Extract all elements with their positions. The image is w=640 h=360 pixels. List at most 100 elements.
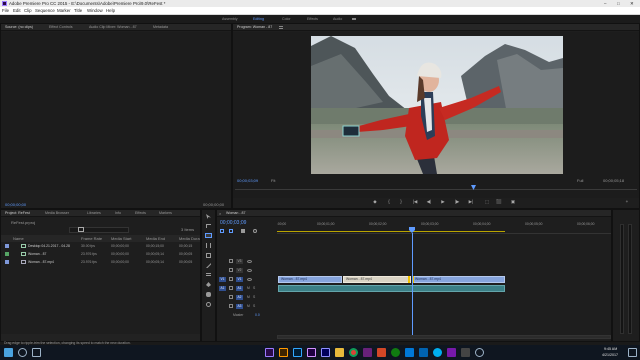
powerpoint-icon[interactable] bbox=[377, 348, 386, 357]
after-effects-icon[interactable] bbox=[307, 348, 316, 357]
tab-libraries[interactable]: Libraries bbox=[87, 210, 101, 217]
export-frame-icon[interactable]: ▣ bbox=[509, 199, 517, 204]
workspace-audio[interactable]: Audio bbox=[333, 15, 342, 23]
audio-clip[interactable] bbox=[278, 285, 505, 292]
menu-help[interactable]: Help bbox=[106, 7, 115, 15]
pen-tool-icon[interactable] bbox=[206, 282, 211, 287]
panel-menu-icon[interactable] bbox=[279, 26, 283, 29]
notification-icon[interactable] bbox=[628, 348, 637, 357]
source-patch-v1[interactable]: V1 bbox=[219, 277, 226, 282]
tab-project[interactable]: Project: ReFest bbox=[5, 210, 30, 217]
track-label[interactable]: V2 bbox=[236, 268, 243, 273]
chrome-icon[interactable] bbox=[349, 348, 358, 357]
video-clip[interactable]: Woman - 87.mp4 bbox=[278, 276, 342, 283]
col-frame-rate[interactable]: Frame Rate bbox=[81, 236, 102, 241]
extract-icon[interactable]: ⬛ bbox=[495, 199, 503, 204]
menu-title[interactable]: Title bbox=[74, 7, 82, 15]
source-patch-a1[interactable]: A1 bbox=[219, 286, 226, 291]
quality-dropdown[interactable]: Full bbox=[577, 178, 583, 183]
mark-out-icon[interactable]: } bbox=[397, 199, 405, 204]
col-media-end[interactable]: Media End bbox=[146, 236, 165, 241]
track-header-v3[interactable]: V3 bbox=[217, 258, 277, 265]
track-label[interactable]: V1 bbox=[236, 277, 243, 282]
mail-icon[interactable] bbox=[419, 348, 428, 357]
close-tab-icon[interactable]: × bbox=[219, 211, 221, 216]
track-label[interactable]: A1 bbox=[236, 286, 243, 291]
timeline-settings-icon[interactable] bbox=[253, 229, 257, 233]
program-scrub-bar[interactable] bbox=[235, 186, 637, 190]
minimize-button[interactable]: – bbox=[604, 0, 606, 7]
go-to-in-icon[interactable]: |◀ bbox=[411, 199, 419, 204]
xbox-icon[interactable] bbox=[391, 348, 400, 357]
col-media-start[interactable]: Media Start bbox=[111, 236, 131, 241]
calculator-icon[interactable] bbox=[461, 348, 470, 357]
ripple-edit-tool-icon[interactable] bbox=[205, 233, 212, 238]
track-label[interactable]: V3 bbox=[236, 259, 243, 264]
task-view-icon[interactable] bbox=[32, 348, 41, 357]
sync-lock-icon[interactable] bbox=[229, 304, 233, 308]
photoshop-icon[interactable] bbox=[293, 348, 302, 357]
zoom-tool-icon[interactable] bbox=[206, 302, 211, 307]
clock-time[interactable]: 9:45 AM bbox=[604, 347, 617, 352]
search-icon[interactable] bbox=[18, 348, 27, 357]
playhead-line[interactable] bbox=[412, 233, 413, 337]
solo-button[interactable]: S bbox=[253, 286, 255, 291]
slip-tool-icon[interactable] bbox=[206, 273, 211, 276]
menu-clip[interactable]: Clip bbox=[24, 7, 32, 15]
menu-file[interactable]: File bbox=[2, 7, 9, 15]
tab-audio-clip-mixer[interactable]: Audio Clip Mixer: Woman - 87 bbox=[89, 24, 137, 31]
rate-stretch-tool-icon[interactable] bbox=[206, 253, 211, 258]
tab-source[interactable]: Source: (no clips) bbox=[5, 24, 33, 31]
menu-marker[interactable]: Marker bbox=[57, 7, 71, 15]
tab-effects[interactable]: Effects bbox=[135, 210, 146, 217]
mute-button[interactable]: M bbox=[247, 304, 250, 309]
track-header-a2[interactable]: A2 M S bbox=[217, 294, 277, 301]
new-bin-icon[interactable] bbox=[78, 227, 84, 232]
lift-icon[interactable]: ⬚ bbox=[483, 199, 491, 204]
tab-media-browser[interactable]: Media Browser bbox=[45, 210, 69, 217]
source-video-area[interactable] bbox=[1, 32, 231, 190]
eye-icon[interactable] bbox=[247, 260, 252, 263]
project-item[interactable]: Woman - 87 23.976 fps 00;00;00;00 00;00;… bbox=[1, 251, 200, 258]
tab-markers[interactable]: Markers bbox=[159, 210, 172, 217]
play-icon[interactable]: ▶ bbox=[439, 199, 447, 204]
tab-sequence[interactable]: Woman - 87 bbox=[226, 210, 246, 217]
tab-info[interactable]: Info bbox=[115, 210, 121, 217]
selection-tool-icon[interactable] bbox=[206, 214, 211, 219]
ripple-trim-icon[interactable] bbox=[408, 276, 414, 283]
menu-edit[interactable]: Edit bbox=[13, 7, 21, 15]
visual-studio-icon[interactable] bbox=[363, 348, 372, 357]
sync-lock-icon[interactable] bbox=[229, 295, 233, 299]
sync-lock-icon[interactable] bbox=[229, 286, 233, 290]
add-marker-icon[interactable]: ◆ bbox=[371, 199, 379, 204]
store-icon[interactable] bbox=[405, 348, 414, 357]
tab-effect-controls[interactable]: Effect Controls bbox=[49, 24, 73, 31]
workspace-color[interactable]: Color bbox=[282, 15, 291, 23]
file-explorer-icon[interactable] bbox=[335, 348, 344, 357]
time-ruler[interactable]: :00;00 00;00;01;00 00;00;02;00 00;00;03;… bbox=[277, 220, 611, 234]
settings-icon[interactable] bbox=[475, 348, 484, 357]
solo-button[interactable]: S bbox=[253, 295, 255, 300]
illustrator-icon[interactable] bbox=[279, 348, 288, 357]
workspace-menu-icon[interactable] bbox=[352, 18, 356, 20]
solo-button[interactable]: S bbox=[253, 304, 255, 309]
button-editor-icon[interactable]: + bbox=[623, 199, 631, 204]
mark-in-icon[interactable]: { bbox=[385, 199, 393, 204]
track-select-tool-icon[interactable] bbox=[206, 224, 211, 228]
workspace-editing[interactable]: Editing bbox=[253, 15, 264, 23]
col-name[interactable]: Name bbox=[13, 236, 24, 241]
fit-dropdown[interactable]: Fit bbox=[271, 178, 275, 183]
clock-date[interactable]: 4/21/2017 bbox=[602, 353, 618, 358]
skype-icon[interactable] bbox=[433, 348, 442, 357]
hand-tool-icon[interactable] bbox=[206, 292, 211, 297]
project-item[interactable]: Desktop 04.21.2017 - 04.28 30.00 fps 00;… bbox=[1, 243, 200, 250]
master-volume[interactable]: 0.0 bbox=[255, 313, 260, 318]
add-marker-icon[interactable] bbox=[241, 229, 245, 233]
start-icon[interactable] bbox=[4, 348, 13, 357]
sync-lock-icon[interactable] bbox=[229, 268, 233, 272]
tab-metadata[interactable]: Metadata bbox=[153, 24, 168, 31]
onenote-icon[interactable] bbox=[447, 348, 456, 357]
close-button[interactable]: ✕ bbox=[630, 0, 634, 7]
mute-button[interactable]: M bbox=[247, 295, 250, 300]
program-video-area[interactable] bbox=[233, 32, 639, 198]
